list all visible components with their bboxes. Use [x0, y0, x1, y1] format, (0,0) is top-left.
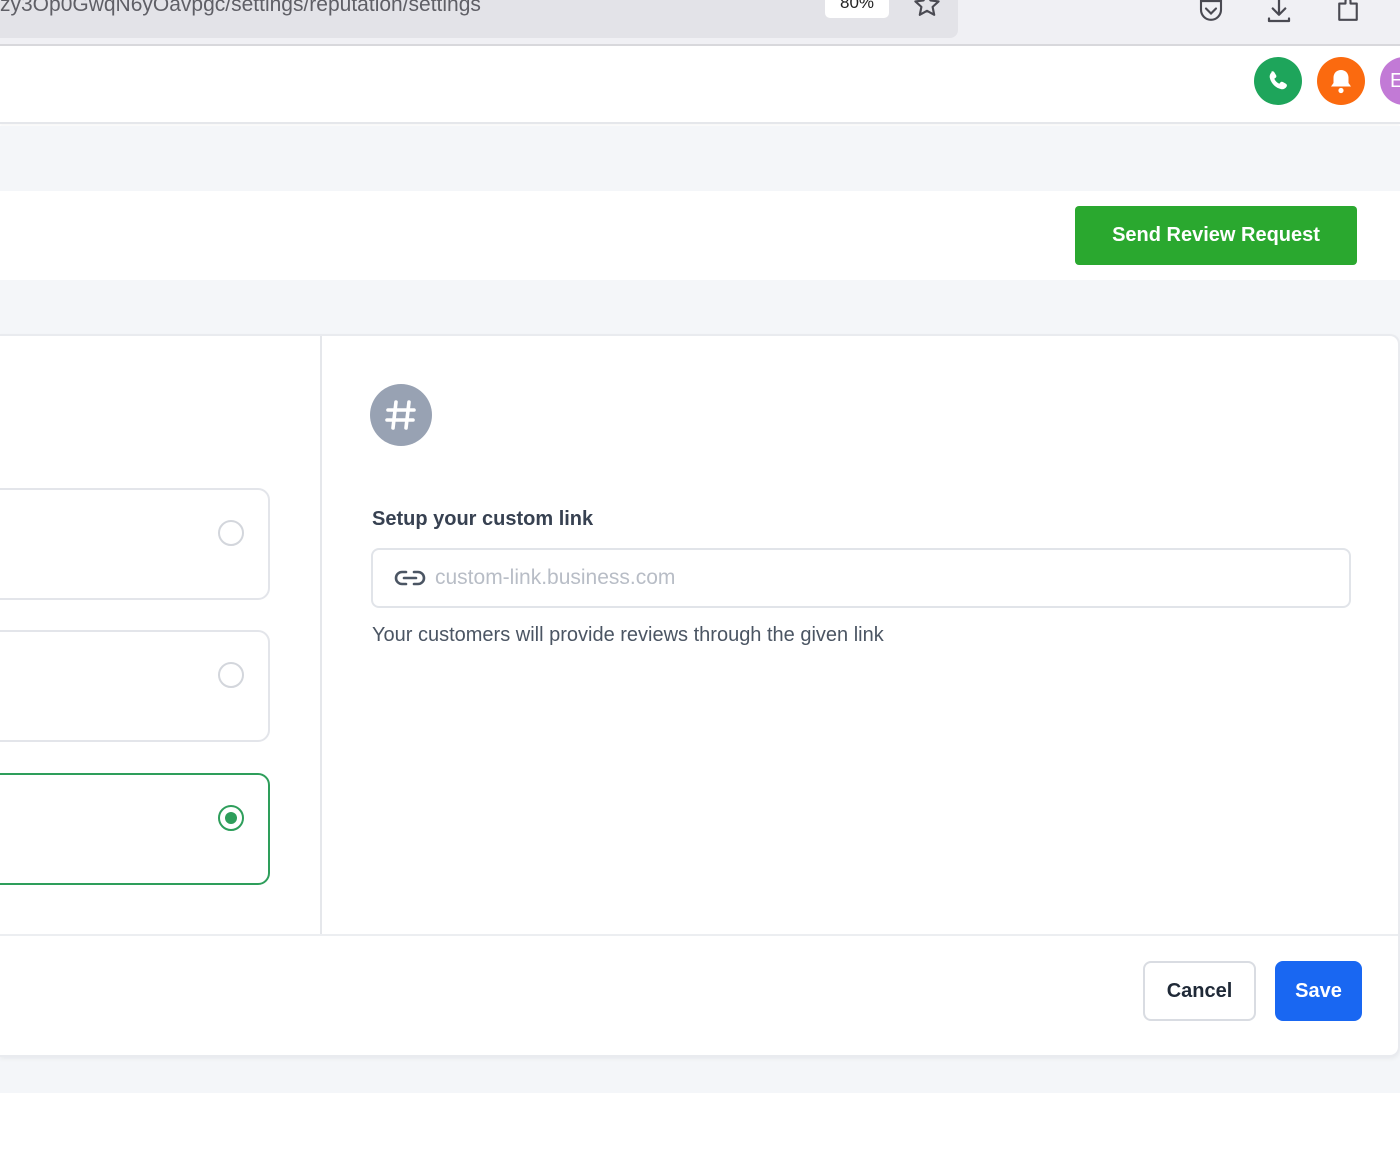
custom-link-field[interactable] [371, 548, 1351, 608]
phone-button[interactable] [1254, 57, 1302, 105]
footer-divider [0, 934, 1398, 936]
review-link-option-2[interactable] [0, 630, 270, 742]
custom-link-input[interactable] [435, 558, 1335, 598]
option-radio-1[interactable] [218, 520, 244, 546]
settings-card: Setup your custom link Your customers wi… [0, 334, 1400, 1057]
extensions-icon[interactable] [1331, 0, 1365, 28]
send-review-request-button[interactable]: Send Review Request [1075, 206, 1357, 265]
download-icon[interactable] [1262, 0, 1296, 28]
user-avatar[interactable]: E [1380, 57, 1400, 105]
zoom-level-badge[interactable]: 80% [825, 0, 889, 18]
hashtag-icon [370, 384, 432, 446]
notifications-button[interactable] [1317, 57, 1365, 105]
url-text: zy3Op0GwqN6yOavpgc/settings/reputation/s… [0, 0, 481, 16]
custom-link-label: Setup your custom link [372, 508, 594, 530]
review-link-option-3[interactable] [0, 773, 270, 885]
pocket-icon[interactable] [1194, 0, 1228, 28]
option-radio-3[interactable] [218, 805, 244, 831]
option-radio-2[interactable] [218, 662, 244, 688]
save-button[interactable]: Save [1275, 961, 1362, 1021]
link-icon [393, 565, 427, 596]
cancel-button[interactable]: Cancel [1143, 961, 1256, 1021]
column-divider [320, 336, 322, 934]
app-header: E [0, 48, 1400, 124]
browser-toolbar: zy3Op0GwqN6yOavpgc/settings/reputation/s… [0, 0, 1400, 46]
review-link-option-1[interactable] [0, 488, 270, 600]
address-bar[interactable]: zy3Op0GwqN6yOavpgc/settings/reputation/s… [0, 0, 958, 38]
custom-link-help-text: Your customers will provide reviews thro… [372, 624, 884, 646]
bookmark-star-icon[interactable] [910, 0, 944, 22]
